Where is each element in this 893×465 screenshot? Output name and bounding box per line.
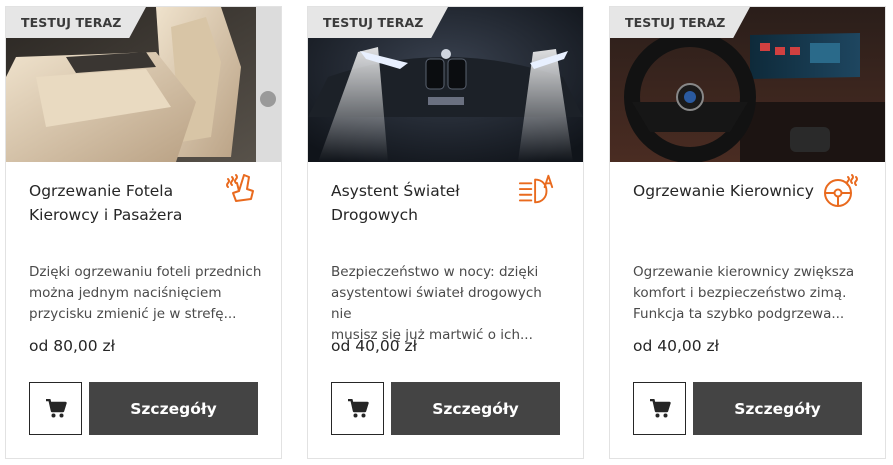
add-to-cart-button[interactable] [633,382,686,435]
product-title-line: Drogowych [331,206,418,224]
heated-steering-wheel-icon [824,174,858,207]
description-line: komfort i bezpieczeństwo zimą. [633,285,847,301]
product-image-heated-steering-wheel[interactable]: TESTUJ TERAZ [610,7,885,162]
product-card-high-beam-assistant: TESTUJ TERAZ Asystent Świateł Drogowych … [307,6,584,459]
product-description: Dzięki ogrzewaniu foteli przednich można… [29,262,264,325]
product-title-line: Asystent Świateł [331,182,460,200]
product-price: od 40,00 zł [633,337,720,355]
product-title-line: Kierowcy i Pasażera [29,206,183,224]
try-now-badge: TESTUJ TERAZ [6,7,146,38]
product-title-line: Ogrzewanie Kierownicy [633,182,814,200]
description-line: Bezpieczeństwo w nocy: dzięki [331,264,539,280]
cart-icon [649,398,671,417]
product-image-heated-seats[interactable]: TESTUJ TERAZ [6,7,281,162]
product-price: od 80,00 zł [29,337,116,355]
details-button[interactable]: Szczegóły [89,382,258,435]
description-line: Dzięki ogrzewaniu foteli przednich [29,264,262,280]
description-line: przycisku zmienić je w strefę... [29,306,237,322]
product-card-heated-steering-wheel: TESTUJ TERAZ Ogrzewanie Kierownicy Ogrze… [609,6,886,459]
description-line: Funkcja ta szybko podgrzewa... [633,306,845,322]
description-line: Ogrzewanie kierownicy zwiększa [633,264,855,280]
product-price: od 40,00 zł [331,337,418,355]
add-to-cart-button[interactable] [29,382,82,435]
description-line: asystentowi świateł drogowych nie [331,285,542,322]
cart-icon [45,398,67,417]
product-title[interactable]: Asystent Świateł Drogowych [331,179,516,227]
add-to-cart-button[interactable] [331,382,384,435]
product-title[interactable]: Ogrzewanie Fotela Kierowcy i Pasażera [29,179,214,227]
try-now-badge: TESTUJ TERAZ [308,7,448,38]
description-line: można jednym naciśnięciem [29,285,222,301]
product-card-heated-seats: TESTUJ TERAZ Ogrzewanie Fotela Kierowcy … [5,6,282,459]
details-button[interactable]: Szczegóły [391,382,560,435]
details-button[interactable]: Szczegóły [693,382,862,435]
product-description: Ogrzewanie kierownicy zwiększa komfort i… [633,262,868,325]
product-image-high-beam-assistant[interactable]: TESTUJ TERAZ [308,7,583,162]
product-title-line: Ogrzewanie Fotela [29,182,174,200]
product-description: Bezpieczeństwo w nocy: dzięki asystentow… [331,262,566,346]
cart-icon [347,398,369,417]
high-beam-assistant-icon [518,174,554,204]
try-now-badge: TESTUJ TERAZ [610,7,750,38]
product-title[interactable]: Ogrzewanie Kierownicy [633,179,833,203]
heated-seat-icon [226,174,254,202]
